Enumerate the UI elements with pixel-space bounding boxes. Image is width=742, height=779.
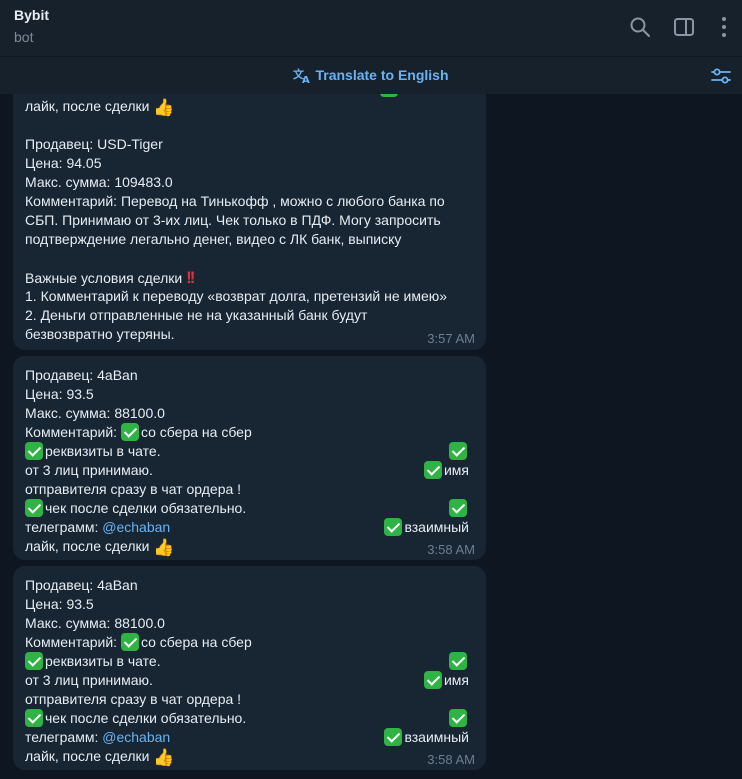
translate-button[interactable]: 文 A Translate to English: [0, 66, 742, 84]
message-line: лайк, после сделки 👍: [25, 98, 175, 117]
thumbs-up-icon: 👍: [153, 748, 175, 767]
check-mark-icon: [449, 499, 469, 518]
message-line: взаимный: [384, 728, 469, 747]
condition-line: безвозвратно утеряны.: [25, 326, 175, 342]
message-line: телеграмм: @echaban: [25, 519, 171, 535]
seller-line: Продавец: 4aBan: [25, 367, 138, 383]
check-mark-icon: [25, 499, 43, 517]
username-link[interactable]: @echaban: [102, 519, 170, 535]
message-line: чек после сделки обязательно.: [25, 709, 246, 728]
message-bubble[interactable]: Продавец: 4aBan Цена: 93.5 Макс. сумма: …: [13, 356, 486, 560]
check-mark-icon: [120, 633, 139, 651]
price-line: Цена: 94.05: [25, 155, 102, 171]
check-mark-icon: [25, 442, 43, 460]
max-sum-line: Макс. сумма: 88100.0: [25, 405, 165, 421]
comment-line: Комментарий: со сбера на сбер: [25, 633, 252, 651]
message-line: от 3 лиц принимаю.: [25, 672, 153, 688]
message-bubble[interactable]: лайк, после сделки 👍 Продавец: USD-Tiger…: [13, 94, 486, 350]
message-line: чек после сделки обязательно.: [25, 499, 246, 518]
translate-label: Translate to English: [315, 67, 449, 83]
sidebar-toggle-icon[interactable]: [673, 16, 695, 38]
chat-subtitle: bot: [14, 29, 34, 45]
check-mark-icon: [423, 461, 442, 479]
condition-line: 1. Комментарий к переводу «возврат долга…: [25, 288, 448, 304]
translate-bar: 文 A Translate to English: [0, 56, 742, 94]
chat-title[interactable]: Bybit: [14, 7, 49, 23]
comment-line: Комментарий: со сбера на сбер: [25, 423, 252, 441]
check-mark-icon: [120, 423, 139, 441]
seller-line: Продавец: USD-Tiger: [25, 136, 163, 152]
message-time: 3:57 AM: [427, 331, 475, 346]
check-mark-icon: [384, 728, 403, 746]
thumbs-up-icon: 👍: [153, 98, 175, 117]
max-sum-line: Макс. сумма: 88100.0: [25, 615, 165, 631]
max-sum-line: Макс. сумма: 109483.0: [25, 174, 173, 190]
check-mark-icon: [449, 442, 469, 461]
svg-text:A: A: [302, 75, 310, 84]
comment-line: СБП. Принимаю от 3-их лиц. Чек только в …: [25, 212, 441, 228]
comment-line: Комментарий: Перевод на Тинькофф , можно…: [25, 193, 445, 209]
condition-line: 2. Деньги отправленные не на указанный б…: [25, 307, 368, 323]
message-list[interactable]: лайк, после сделки 👍 Продавец: USD-Tiger…: [0, 94, 742, 779]
thumbs-up-icon: 👍: [153, 538, 175, 557]
double-exclamation-icon: !!: [186, 268, 195, 287]
filter-settings-icon[interactable]: [710, 65, 732, 87]
message-line: от 3 лиц принимаю.: [25, 462, 153, 478]
comment-line: подтверждение легально денег, видео с ЛК…: [25, 231, 402, 247]
message-line: телеграмм: @echaban: [25, 729, 171, 745]
price-line: Цена: 93.5: [25, 596, 94, 612]
chat-header: Bybit bot: [0, 0, 742, 56]
check-mark-icon: [380, 94, 398, 97]
message-time: 3:58 AM: [427, 752, 475, 767]
check-mark-icon: [384, 518, 403, 536]
message-line: лайк, после сделки 👍: [25, 538, 175, 557]
conditions-title: Важные условия сделки !!: [25, 268, 196, 287]
check-mark-icon: [449, 709, 469, 728]
message-line: имя: [423, 671, 469, 690]
message-line: реквизиты в чате.: [25, 652, 161, 671]
message-line: взаимный: [384, 518, 469, 537]
message-line: имя: [423, 461, 469, 480]
price-line: Цена: 93.5: [25, 386, 94, 402]
check-mark-icon: [25, 652, 43, 670]
check-mark-icon: [25, 709, 43, 727]
seller-line: Продавец: 4aBan: [25, 577, 138, 593]
check-mark-icon: [423, 671, 442, 689]
message-line: отправителя сразу в чат ордера !: [25, 691, 242, 707]
check-mark-icon: [449, 652, 469, 671]
translate-icon: 文 A: [293, 67, 310, 84]
message-line: реквизиты в чате.: [25, 442, 161, 461]
message-bubble[interactable]: Продавец: 4aBan Цена: 93.5 Макс. сумма: …: [13, 566, 486, 770]
more-vertical-icon[interactable]: [713, 16, 735, 38]
message-line: лайк, после сделки 👍: [25, 748, 175, 767]
search-icon[interactable]: [629, 16, 651, 38]
message-line: отправителя сразу в чат ордера !: [25, 481, 242, 497]
username-link[interactable]: @echaban: [102, 729, 170, 745]
message-time: 3:58 AM: [427, 542, 475, 557]
